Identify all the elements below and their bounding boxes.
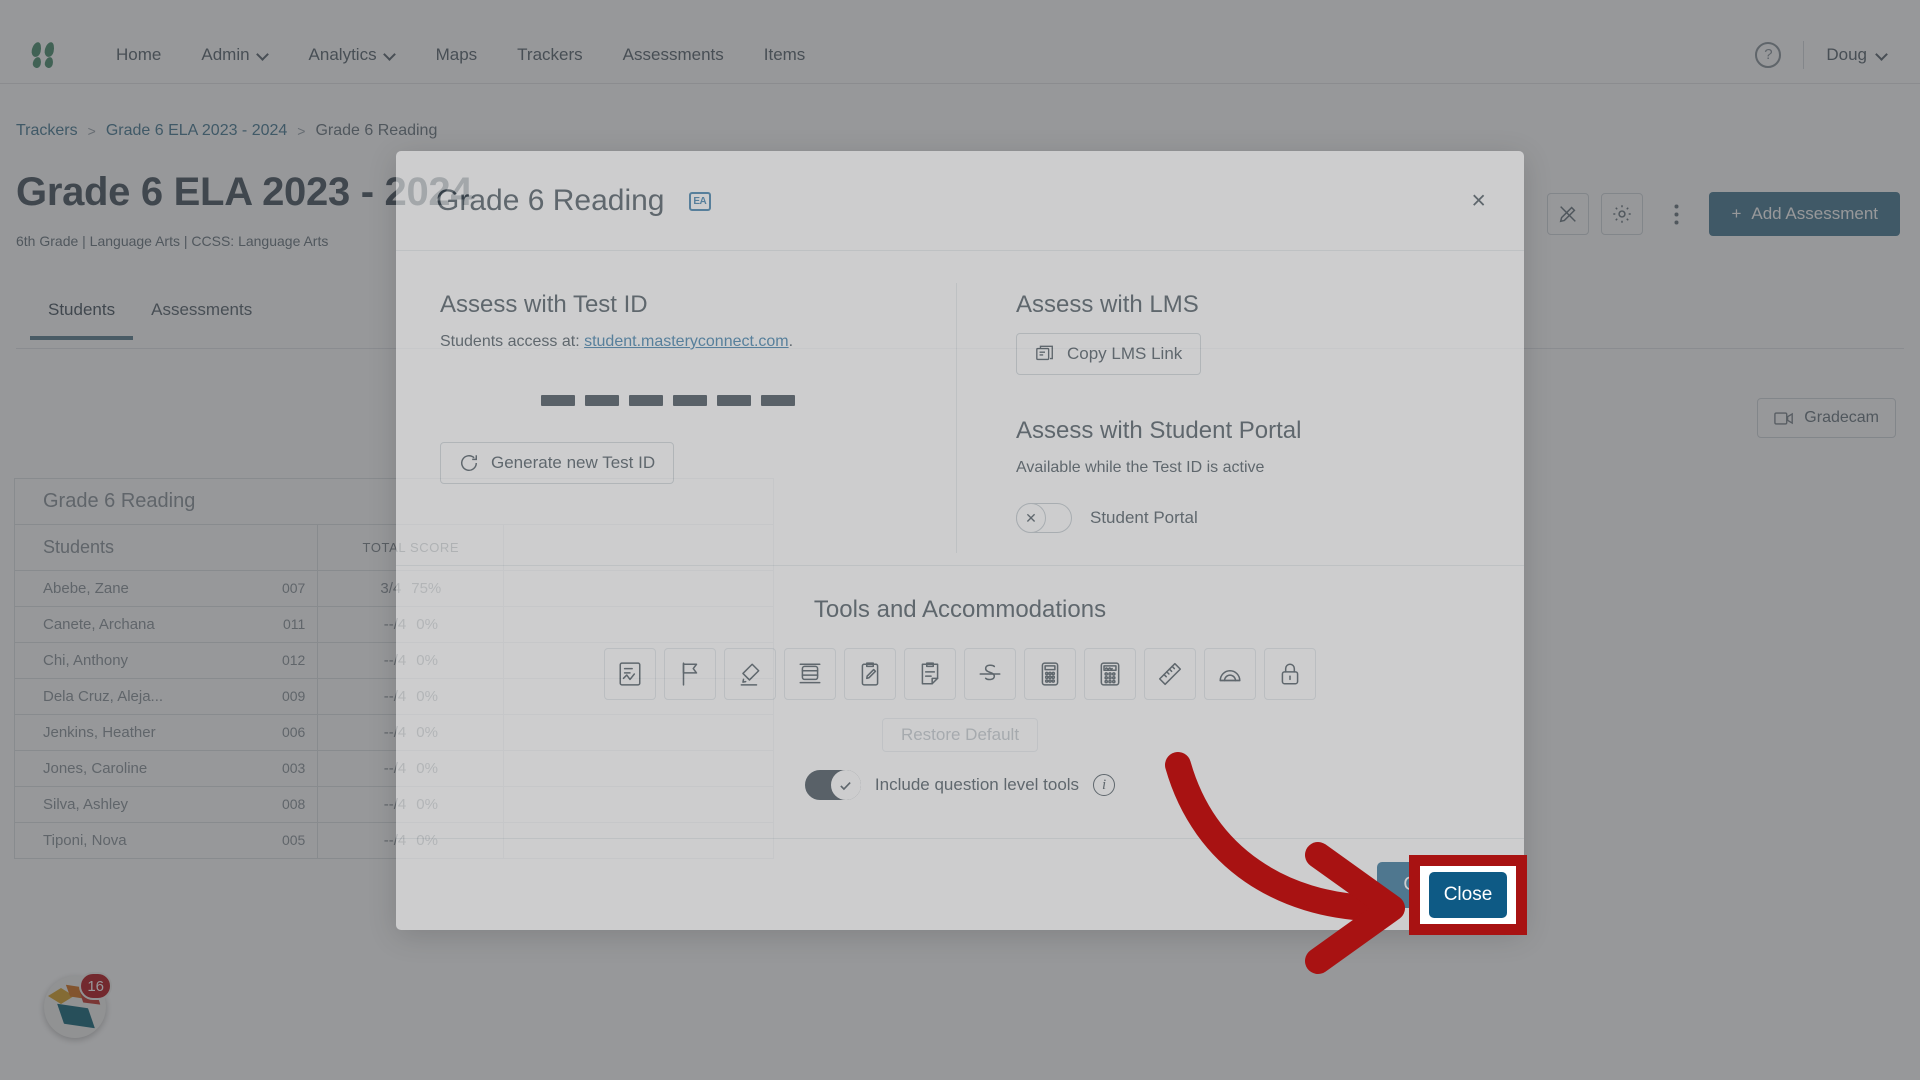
strikethrough-icon bbox=[979, 664, 1001, 681]
generate-new-test-id-button[interactable]: Generate new Test ID bbox=[440, 442, 675, 484]
student-portal-toggle-label: Student Portal bbox=[1090, 508, 1198, 527]
assessment-sharing-modal: Grade 6 Reading EA × Assess with Test ID… bbox=[396, 151, 1524, 930]
test-id-digit-masked bbox=[585, 395, 619, 406]
tool-button-basic-calculator[interactable] bbox=[1024, 648, 1076, 700]
flag-icon bbox=[682, 662, 698, 686]
student-portal-heading: Assess with Student Portal bbox=[1016, 417, 1302, 444]
sticky-note-icon bbox=[921, 662, 939, 685]
tool-buttons-row bbox=[604, 648, 1316, 700]
student-portal-toggle-row: ✕ Student Portal bbox=[1016, 503, 1524, 533]
tool-button-strikethrough[interactable] bbox=[964, 648, 1016, 700]
modal-header: Grade 6 Reading EA × bbox=[396, 151, 1524, 251]
tool-button-line-reader[interactable] bbox=[784, 648, 836, 700]
line-reader-icon bbox=[799, 663, 821, 684]
test-id-access-line: Students access at: student.masteryconne… bbox=[440, 333, 956, 351]
modal-footer: Close bbox=[396, 838, 1524, 930]
assess-with-test-id-section: Assess with Test ID Students access at: … bbox=[396, 291, 956, 533]
column-divider bbox=[956, 283, 957, 553]
student-portal-link[interactable]: student.masteryconnect.com bbox=[584, 333, 789, 350]
screen: Home Admin Analytics Maps Trackers Asses… bbox=[0, 0, 1920, 1080]
toggle-knob: ✕ bbox=[1016, 503, 1046, 533]
answer-eliminator-icon bbox=[619, 662, 641, 686]
tool-button-scientific-calculator[interactable] bbox=[1084, 648, 1136, 700]
check-icon bbox=[840, 781, 852, 790]
modal-title: Grade 6 Reading EA bbox=[436, 184, 711, 218]
restore-default-button[interactable]: Restore Default bbox=[881, 718, 1039, 752]
access-suffix: . bbox=[788, 333, 794, 350]
close-icon[interactable]: × bbox=[1471, 188, 1486, 213]
modal-body-upper: Assess with Test ID Students access at: … bbox=[396, 251, 1524, 565]
test-id-code-masked bbox=[440, 395, 956, 406]
refresh-icon bbox=[461, 455, 477, 471]
test-id-digit-masked bbox=[717, 395, 751, 406]
tool-button-ruler[interactable] bbox=[1144, 648, 1196, 700]
tool-button-notepad-pencil[interactable] bbox=[844, 648, 896, 700]
notepad-pencil-icon bbox=[861, 662, 879, 686]
close-button[interactable]: Close bbox=[1377, 861, 1478, 908]
toggle-knob bbox=[830, 770, 861, 800]
tool-button-highlighter[interactable] bbox=[724, 648, 776, 700]
tool-button-protractor[interactable] bbox=[1204, 648, 1256, 700]
highlighter-icon bbox=[740, 663, 760, 686]
copy-lms-link-button[interactable]: Copy LMS Link bbox=[1016, 333, 1202, 375]
copy-lms-label: Copy LMS Link bbox=[1067, 344, 1183, 363]
ruler-icon bbox=[1158, 662, 1182, 686]
tool-button-sticky-note[interactable] bbox=[904, 648, 956, 700]
test-id-digit-masked bbox=[629, 395, 663, 406]
lms-heading: Assess with LMS bbox=[1016, 291, 1199, 318]
scientific-calculator-icon bbox=[1100, 662, 1120, 686]
test-id-digit-masked bbox=[673, 395, 707, 406]
tool-button-flag[interactable] bbox=[664, 648, 716, 700]
tool-button-lock[interactable] bbox=[1264, 648, 1316, 700]
copy-icon bbox=[1036, 345, 1053, 361]
test-id-digit-masked bbox=[541, 395, 575, 406]
student-portal-toggle[interactable]: ✕ bbox=[1016, 503, 1072, 533]
question-level-tools-row: Include question level tools i bbox=[804, 770, 1116, 800]
assess-with-lms-section: Assess with LMS Copy LMS Link Assess wit… bbox=[956, 291, 1524, 533]
lock-icon bbox=[1281, 663, 1299, 685]
ea-badge-icon: EA bbox=[688, 191, 711, 211]
test-id-heading: Assess with Test ID bbox=[440, 291, 648, 318]
tools-and-accommodations-section: Tools and Accommodations Restore Default… bbox=[396, 565, 1524, 838]
modal-title-text: Grade 6 Reading bbox=[436, 183, 665, 217]
test-id-digit-masked bbox=[761, 395, 795, 406]
question-level-tools-toggle[interactable] bbox=[804, 770, 861, 800]
student-portal-note: Available while the Test ID is active bbox=[1016, 459, 1265, 476]
question-level-tools-label: Include question level tools bbox=[874, 775, 1080, 794]
tool-button-answer-eliminator[interactable] bbox=[604, 648, 656, 700]
tools-heading: Tools and Accommodations bbox=[813, 596, 1107, 623]
access-prefix: Students access at: bbox=[440, 333, 585, 350]
protractor-icon bbox=[1219, 669, 1241, 682]
basic-calculator-icon bbox=[1041, 662, 1059, 686]
generate-label: Generate new Test ID bbox=[491, 453, 656, 472]
info-icon[interactable]: i bbox=[1093, 774, 1116, 796]
